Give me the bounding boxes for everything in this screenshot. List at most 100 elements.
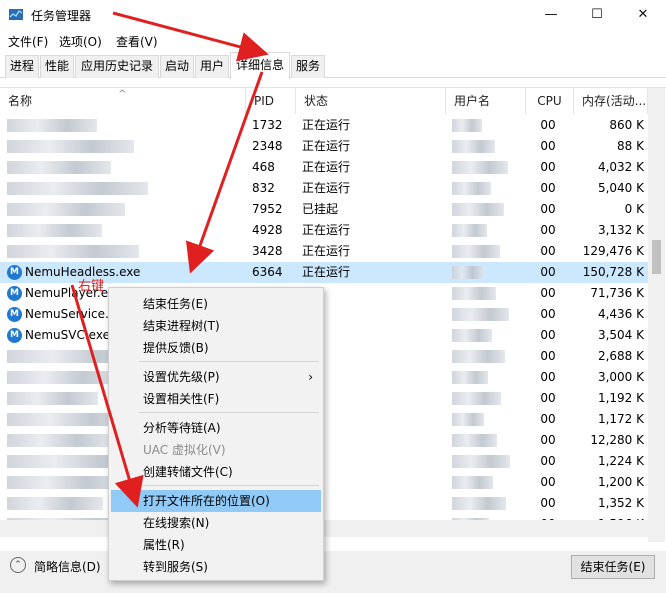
tab-users[interactable]: 用户 bbox=[195, 55, 229, 78]
redacted-user bbox=[452, 224, 487, 237]
tab-details[interactable]: 详细信息 bbox=[230, 52, 290, 79]
cell-user bbox=[452, 115, 522, 136]
menu-item-search-online[interactable]: 在线搜索(N) bbox=[111, 512, 321, 534]
tab-processes[interactable]: 进程 bbox=[5, 55, 39, 78]
column-header-memory[interactable]: 内存(活动... bbox=[574, 88, 648, 114]
cell-mem: 4,436 K bbox=[597, 307, 644, 321]
cell-user bbox=[452, 136, 522, 157]
redacted-user bbox=[452, 308, 509, 321]
table-row[interactable]: 00 12,280 K bbox=[0, 430, 648, 451]
cell-user bbox=[452, 493, 522, 514]
maximize-button[interactable]: ☐ bbox=[574, 0, 620, 30]
cell-user bbox=[452, 409, 522, 430]
menu-item-provide-feedback[interactable]: 提供反馈(B) bbox=[111, 337, 321, 359]
cell-mem: 1,192 K bbox=[597, 391, 644, 405]
menu-item-label: 设置优先级(P) bbox=[143, 370, 220, 384]
cell-pid: 2348 bbox=[252, 139, 283, 153]
nemu-process-icon: M bbox=[7, 286, 22, 301]
menu-item-go-to-services[interactable]: 转到服务(S) bbox=[111, 556, 321, 578]
redacted-name bbox=[7, 392, 98, 405]
menu-item-label: 转到服务(S) bbox=[143, 560, 208, 574]
vertical-scroll-thumb[interactable] bbox=[652, 240, 661, 274]
column-header-name[interactable]: 名称 ^ bbox=[0, 88, 246, 114]
table-row[interactable]: 2348 正在运行 00 88 K bbox=[0, 136, 648, 157]
table-row[interactable]: 832 正在运行 00 5,040 K bbox=[0, 178, 648, 199]
column-header-status[interactable]: 状态 bbox=[296, 88, 446, 114]
menu-view[interactable]: 查看(V) bbox=[116, 33, 158, 50]
nemu-process-icon: M bbox=[7, 328, 22, 343]
table-row[interactable]: 00 2,688 K bbox=[0, 346, 648, 367]
tab-performance[interactable]: 性能 bbox=[40, 55, 74, 78]
column-header-username[interactable]: 用户名 bbox=[446, 88, 526, 114]
close-button[interactable]: ✕ bbox=[620, 0, 666, 30]
redacted-user bbox=[452, 329, 492, 342]
cell-status: 正在运行 bbox=[302, 181, 351, 195]
redacted-user bbox=[452, 371, 488, 384]
cell-user bbox=[452, 472, 522, 493]
menu-item-set-priority[interactable]: 设置优先级(P) › bbox=[111, 366, 321, 388]
table-row[interactable]: 00 1,192 K bbox=[0, 388, 648, 409]
table-row[interactable]: 468 正在运行 00 4,032 K bbox=[0, 157, 648, 178]
column-header-pid[interactable]: PID bbox=[246, 88, 296, 114]
horizontal-scrollbar[interactable] bbox=[0, 520, 648, 537]
nemu-process-icon: M bbox=[7, 265, 22, 280]
cell-mem: 0 K bbox=[624, 202, 644, 216]
minimize-button[interactable]: — bbox=[528, 0, 574, 30]
cell-user bbox=[452, 430, 522, 451]
cell-name bbox=[0, 136, 246, 157]
menu-item-end-process-tree[interactable]: 结束进程树(T) bbox=[111, 315, 321, 337]
cell-user bbox=[452, 199, 522, 220]
title-bar: 任务管理器 — ☐ ✕ bbox=[0, 0, 666, 30]
tab-app-history[interactable]: 应用历史记录 bbox=[75, 55, 159, 78]
cell-mem: 3,000 K bbox=[597, 370, 644, 384]
column-header-cpu[interactable]: CPU bbox=[526, 88, 574, 114]
redacted-user bbox=[452, 203, 504, 216]
window-title: 任务管理器 bbox=[31, 9, 92, 23]
cell-mem: 129,476 K bbox=[582, 244, 644, 258]
collapse-details-icon[interactable]: ⌃ bbox=[10, 557, 26, 573]
table-row[interactable]: 4928 正在运行 00 3,132 K bbox=[0, 220, 648, 241]
table-row[interactable]: 00 1,352 K bbox=[0, 493, 648, 514]
tab-services[interactable]: 服务 bbox=[291, 55, 325, 78]
redacted-name bbox=[7, 203, 125, 216]
table-row[interactable]: 00 1,172 K bbox=[0, 409, 648, 430]
cell-name bbox=[0, 199, 246, 220]
redacted-user bbox=[452, 287, 496, 300]
less-details-link[interactable]: 简略信息(D) bbox=[34, 558, 101, 575]
table-row[interactable]: 00 1,224 K bbox=[0, 451, 648, 472]
menu-item-analyze-wait-chain[interactable]: 分析等待链(A) bbox=[111, 417, 321, 439]
table-row[interactable]: 00 1,200 K bbox=[0, 472, 648, 493]
column-header-name-label: 名称 bbox=[8, 94, 33, 108]
menu-item-create-dump-file[interactable]: 创建转储文件(C) bbox=[111, 461, 321, 483]
cell-cpu: 00 bbox=[540, 160, 556, 174]
menu-item-label: 设置相关性(F) bbox=[143, 392, 220, 406]
tab-startup[interactable]: 启动 bbox=[160, 55, 194, 78]
menu-item-open-file-location[interactable]: 打开文件所在的位置(O) bbox=[111, 490, 321, 512]
menu-item-set-affinity[interactable]: 设置相关性(F) bbox=[111, 388, 321, 410]
cell-mem: 860 K bbox=[609, 118, 644, 132]
table-row[interactable]: M NemuSVC.exe 00 3,504 K bbox=[0, 325, 648, 346]
cell-cpu: 00 bbox=[540, 202, 556, 216]
menu-file[interactable]: 文件(F) bbox=[8, 33, 48, 50]
cell-cpu: 00 bbox=[540, 181, 556, 195]
menu-item-properties[interactable]: 属性(R) bbox=[111, 534, 321, 556]
menu-options[interactable]: 选项(O) bbox=[59, 33, 102, 50]
table-row[interactable]: 7952 已挂起 00 0 K bbox=[0, 199, 648, 220]
cell-pid: 7952 bbox=[252, 202, 283, 216]
table-row[interactable]: 3428 正在运行 00 129,476 K bbox=[0, 241, 648, 262]
menu-item-uac-virtualization[interactable]: UAC 虚拟化(V) bbox=[111, 439, 321, 461]
cell-name bbox=[0, 178, 246, 199]
menu-item-end-task[interactable]: 结束任务(E) bbox=[111, 293, 321, 315]
cell-user bbox=[452, 451, 522, 472]
cell-cpu: 00 bbox=[540, 328, 556, 342]
submenu-arrow-icon: › bbox=[308, 370, 313, 384]
table-row[interactable]: M NemuService.e 00 4,436 K bbox=[0, 304, 648, 325]
table-row[interactable]: 1732 正在运行 00 860 K bbox=[0, 115, 648, 136]
cell-status: 正在运行 bbox=[302, 118, 351, 132]
redacted-user bbox=[452, 476, 493, 489]
redacted-user bbox=[452, 434, 497, 447]
table-row[interactable]: 00 3,000 K bbox=[0, 367, 648, 388]
end-task-button[interactable]: 结束任务(E) bbox=[571, 555, 655, 579]
cell-name bbox=[0, 241, 246, 262]
vertical-scrollbar[interactable] bbox=[648, 88, 665, 542]
